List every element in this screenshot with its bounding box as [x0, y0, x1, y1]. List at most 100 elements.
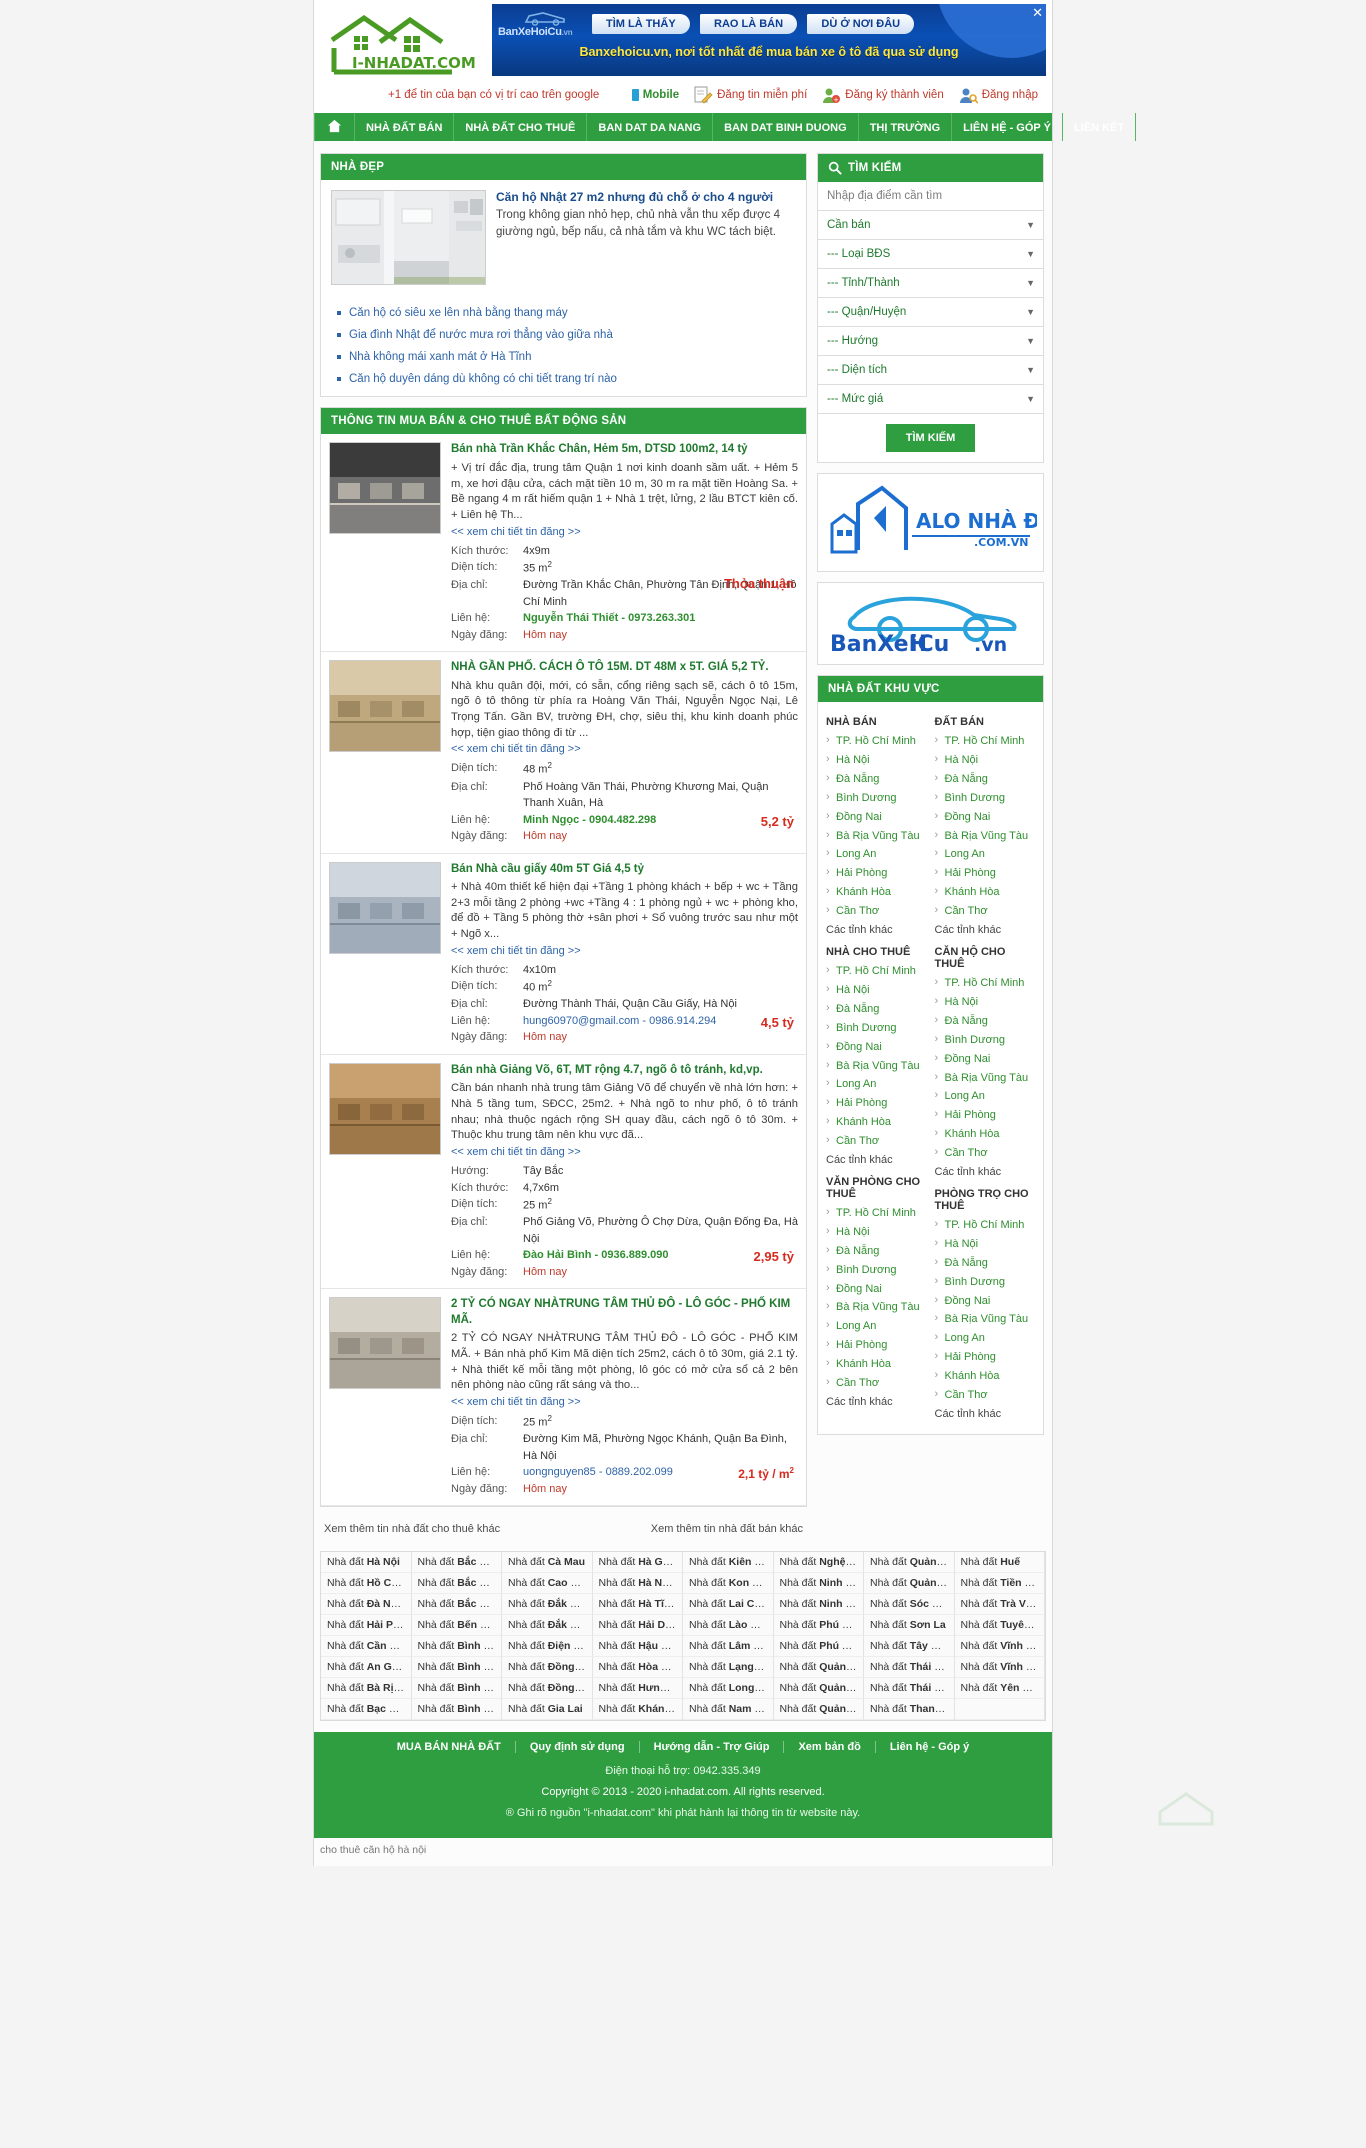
- province-link[interactable]: Nhà đất Gia Lai: [502, 1699, 593, 1721]
- province-link[interactable]: Nhà đất Thanh Hóa: [864, 1699, 955, 1721]
- province-link[interactable]: Nhà đất Quảng Nam: [773, 1678, 864, 1700]
- footer-link-3[interactable]: Xem bản đồ: [784, 1741, 876, 1754]
- area-link[interactable]: Hải Phòng: [826, 1336, 927, 1355]
- province-link[interactable]: Nhà đất Bình Định: [411, 1657, 502, 1679]
- province-link[interactable]: Nhà đất Hà Nội: [321, 1552, 412, 1574]
- area-link[interactable]: Long An: [935, 1329, 1036, 1348]
- province-link[interactable]: Nhà đất Lạng Sơn: [683, 1657, 774, 1679]
- nav-item-4[interactable]: THỊ TRƯỜNG: [859, 113, 953, 141]
- province-link[interactable]: Nhà đất Lào Cai: [683, 1615, 774, 1637]
- nice-link-1[interactable]: Gia đình Nhật để nước mưa rơi thẳng vào …: [349, 329, 613, 341]
- login-link[interactable]: Đăng nhập: [958, 86, 1038, 104]
- province-link[interactable]: Nhà đất Phú Yên: [773, 1636, 864, 1658]
- area-link[interactable]: Bình Dương: [826, 1019, 927, 1038]
- province-link[interactable]: Nhà đất Bà Rịa Vũng: [321, 1678, 412, 1700]
- province-link[interactable]: Nhà đất Hà Tĩnh: [592, 1594, 683, 1616]
- area-link[interactable]: Đà Nẵng: [826, 1000, 927, 1019]
- search-select-3[interactable]: --- Quận/Huyện ▼: [818, 298, 1043, 327]
- province-link[interactable]: Nhà đất Đắk Lắk: [502, 1594, 593, 1616]
- footer-link-2[interactable]: Hướng dẫn - Trợ Giúp: [640, 1741, 785, 1754]
- area-link[interactable]: Bà Rịa Vũng Tàu: [935, 827, 1036, 846]
- province-link[interactable]: Nhà đất Quảng Ngãi: [773, 1699, 864, 1721]
- nice-link-3[interactable]: Căn hộ duyên dáng dù không có chi tiết t…: [349, 373, 617, 385]
- area-link[interactable]: Hải Phòng: [826, 1094, 927, 1113]
- area-link[interactable]: Khánh Hòa: [935, 883, 1036, 902]
- ad-alo-nhadat[interactable]: ALO NHÀ ĐẤT .COM.VN: [817, 473, 1070, 572]
- site-logo[interactable]: I-NHADAT.COM: [320, 4, 488, 80]
- area-link[interactable]: Long An: [935, 845, 1036, 864]
- listing-thumbnail[interactable]: [329, 861, 441, 954]
- area-link[interactable]: Hà Nội: [826, 981, 927, 1000]
- area-link[interactable]: Bình Dương: [935, 789, 1036, 808]
- banner-pill-2[interactable]: RAO LÀ BÁN: [700, 14, 798, 34]
- area-link[interactable]: Long An: [826, 1075, 927, 1094]
- listing-meta-value[interactable]: Nguyễn Thái Thiết - 0973.263.301: [523, 610, 695, 627]
- province-link[interactable]: Nhà đất Trà Vinh: [954, 1594, 1045, 1616]
- listing-thumbnail[interactable]: [329, 442, 441, 535]
- listing-detail-link[interactable]: << xem chi tiết tin đăng >>: [451, 1396, 581, 1408]
- area-link[interactable]: Đồng Nai: [826, 1038, 927, 1057]
- listing-title[interactable]: 2 TỶ CÓ NGAY NHÀTRUNG TÂM THỦ ĐÔ - LÔ GÓ…: [451, 1297, 798, 1328]
- area-link[interactable]: Bà Rịa Vũng Tàu: [935, 1069, 1036, 1088]
- province-link[interactable]: Nhà đất Ninh Bình: [773, 1573, 864, 1595]
- province-link[interactable]: Nhà đất Nam Định: [683, 1699, 774, 1721]
- banner-pill-3[interactable]: DÙ Ở NƠI ĐÂU: [807, 14, 915, 34]
- province-link[interactable]: Nhà đất Bình Dương: [411, 1636, 502, 1658]
- more-rent-link[interactable]: Xem thêm tin nhà đất cho thuê khác: [324, 1523, 500, 1535]
- area-other-label[interactable]: Các tỉnh khác: [826, 1393, 927, 1412]
- area-link[interactable]: Đà Nẵng: [826, 1242, 927, 1261]
- search-select-5[interactable]: --- Diện tích ▼: [818, 356, 1043, 385]
- area-link[interactable]: Đà Nẵng: [935, 1012, 1036, 1031]
- area-link[interactable]: Bà Rịa Vũng Tàu: [935, 1310, 1036, 1329]
- area-link[interactable]: Đà Nẵng: [935, 770, 1036, 789]
- area-link[interactable]: Bình Dương: [935, 1273, 1036, 1292]
- province-link[interactable]: Nhà đất Điện Biên: [502, 1636, 593, 1658]
- area-link[interactable]: Khánh Hòa: [826, 1355, 927, 1374]
- footer-link-1[interactable]: Quy định sử dụng: [516, 1741, 640, 1754]
- area-link[interactable]: Long An: [935, 1087, 1036, 1106]
- province-link[interactable]: Nhà đất Quảng Bình: [773, 1657, 864, 1679]
- tail-keyword[interactable]: cho thuê căn hộ hà nội: [314, 1838, 1052, 1866]
- area-link[interactable]: Cần Thơ: [826, 1374, 927, 1393]
- listing-meta-value[interactable]: uongnguyen85 - 0889.202.099: [523, 1464, 673, 1481]
- province-link[interactable]: Nhà đất Bắc Giang: [411, 1573, 502, 1595]
- more-sale-link[interactable]: Xem thêm tin nhà đất bán khác: [651, 1523, 803, 1535]
- province-link[interactable]: Nhà đất Quảng Ninh: [864, 1552, 955, 1574]
- area-link[interactable]: TP. Hồ Chí Minh: [826, 962, 927, 981]
- area-link[interactable]: Hải Phòng: [935, 864, 1036, 883]
- search-button[interactable]: TÌM KIẾM: [885, 424, 976, 452]
- area-link[interactable]: Đồng Nai: [935, 1050, 1036, 1069]
- area-link[interactable]: Hải Phòng: [935, 1348, 1036, 1367]
- area-link[interactable]: Cần Thơ: [826, 902, 927, 921]
- province-link[interactable]: Nhà đất Ninh Thuận: [773, 1594, 864, 1616]
- province-link[interactable]: Nhà đất Cà Mau: [502, 1552, 593, 1574]
- listing-thumbnail[interactable]: [329, 1062, 441, 1155]
- province-link[interactable]: Nhà đất Thái Nguyên: [864, 1678, 955, 1700]
- province-link[interactable]: Nhà đất Huế: [954, 1552, 1045, 1574]
- register-link[interactable]: + Đăng ký thành viên: [821, 86, 944, 104]
- area-link[interactable]: Hải Phòng: [935, 1106, 1036, 1125]
- province-link[interactable]: Nhà đất Cần Thơ: [321, 1636, 412, 1658]
- close-icon[interactable]: ✕: [1032, 6, 1043, 19]
- area-link[interactable]: TP. Hồ Chí Minh: [826, 732, 927, 751]
- area-link[interactable]: Đồng Nai: [935, 1292, 1036, 1311]
- search-input-wrap[interactable]: Nhập địa điểm cần tìm: [818, 182, 1043, 211]
- area-link[interactable]: Cần Thơ: [935, 1386, 1036, 1405]
- banner-pill-1[interactable]: TÌM LÀ THẤY: [592, 14, 690, 34]
- nav-item-6[interactable]: LIÊN KẾT: [1063, 113, 1137, 141]
- nav-item-5[interactable]: LIÊN HỆ - GÓP Ý: [952, 113, 1063, 141]
- area-link[interactable]: TP. Hồ Chí Minh: [935, 1216, 1036, 1235]
- province-link[interactable]: Nhà đất Hà Giang: [592, 1552, 683, 1574]
- province-link[interactable]: Nhà đất Bạc Liêu: [321, 1699, 412, 1721]
- province-link[interactable]: Nhà đất Đồng Nai: [502, 1657, 593, 1679]
- area-link[interactable]: TP. Hồ Chí Minh: [935, 732, 1036, 751]
- province-link[interactable]: Nhà đất Kiên Giang: [683, 1552, 774, 1574]
- area-link[interactable]: Khánh Hòa: [935, 1125, 1036, 1144]
- province-link[interactable]: Nhà đất Bình Phước: [411, 1678, 502, 1700]
- area-link[interactable]: Bình Dương: [826, 789, 927, 808]
- area-link[interactable]: Cần Thơ: [826, 1132, 927, 1151]
- listing-detail-link[interactable]: << xem chi tiết tin đăng >>: [451, 526, 581, 538]
- nav-item-2[interactable]: BAN DAT DA NANG: [587, 113, 714, 141]
- search-select-0[interactable]: Cần bán ▼: [818, 211, 1043, 240]
- area-link[interactable]: Long An: [826, 845, 927, 864]
